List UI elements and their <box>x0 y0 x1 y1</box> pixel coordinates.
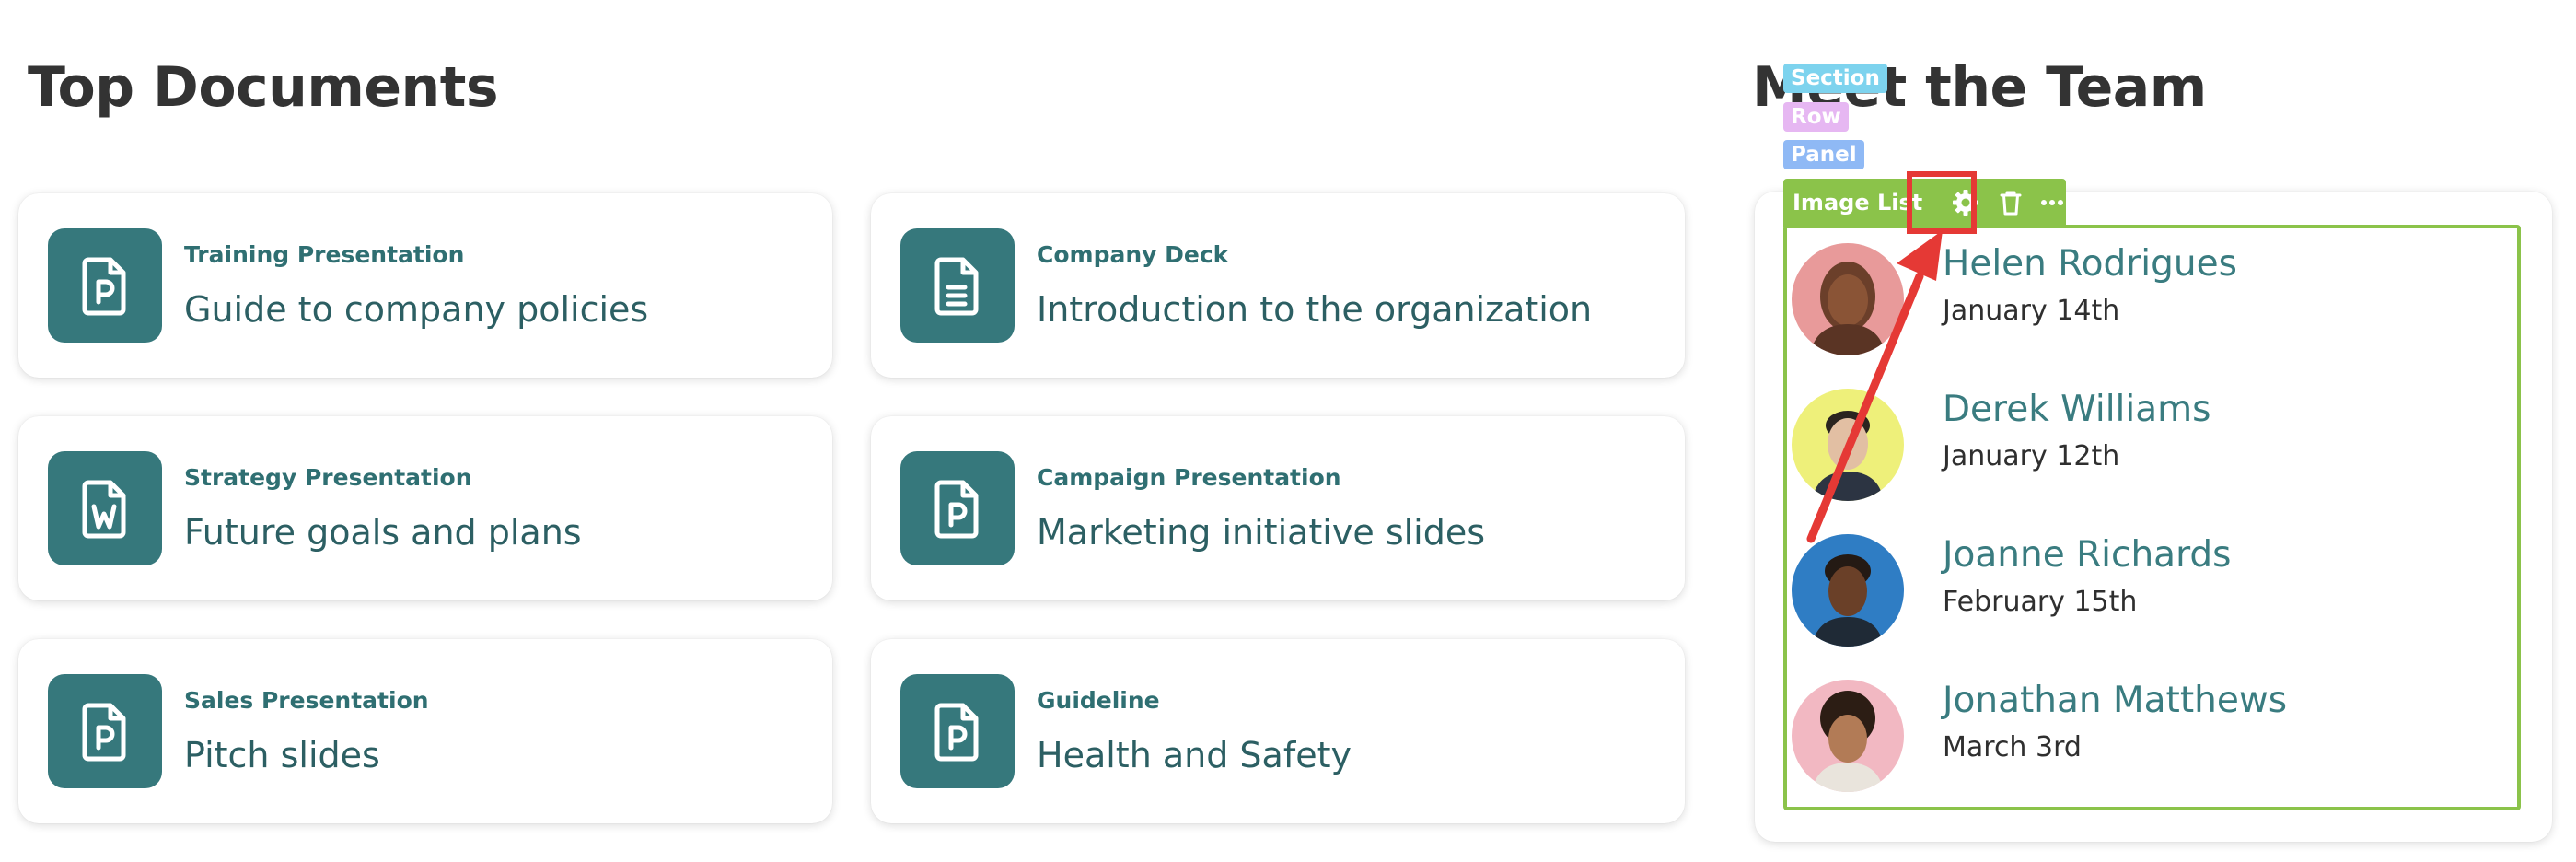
member-name[interactable]: Helen Rodrigues <box>1943 243 2237 285</box>
member-name[interactable]: Jonathan Matthews <box>1943 680 2287 721</box>
document-title[interactable]: Future goals and plans <box>184 512 582 553</box>
team-member[interactable]: Derek Williams January 12th <box>1792 383 2510 501</box>
highlight-box <box>1907 171 1977 234</box>
team-member[interactable]: Helen Rodrigues January 14th <box>1792 238 2510 355</box>
member-date: January 12th <box>1943 440 2120 472</box>
text-document-icon <box>900 228 1015 343</box>
document-title[interactable]: Marketing initiative slides <box>1037 512 1485 553</box>
document-card-training[interactable]: Training Presentation Guide to company p… <box>18 193 832 378</box>
avatar <box>1792 534 1904 646</box>
presentation-file-icon <box>900 451 1015 565</box>
document-card-campaign[interactable]: Campaign Presentation Marketing initiati… <box>871 416 1685 600</box>
presentation-file-icon <box>48 228 162 343</box>
document-category: Campaign Presentation <box>1037 464 1341 491</box>
section-tag[interactable]: Section <box>1783 64 1887 93</box>
document-card-company-deck[interactable]: Company Deck Introduction to the organiz… <box>871 193 1685 378</box>
document-title[interactable]: Guide to company policies <box>184 289 648 330</box>
avatar <box>1792 243 1904 355</box>
document-category: Training Presentation <box>184 241 465 268</box>
document-title[interactable]: Pitch slides <box>184 735 380 775</box>
team-member[interactable]: Joanne Richards February 15th <box>1792 529 2510 646</box>
toolbar-label[interactable]: Image List <box>1793 190 1922 216</box>
avatar <box>1792 680 1904 792</box>
document-title[interactable]: Health and Safety <box>1037 735 1352 775</box>
member-date: March 3rd <box>1943 731 2082 763</box>
member-name[interactable]: Derek Williams <box>1943 389 2210 430</box>
document-category: Guideline <box>1037 687 1160 714</box>
document-card-sales[interactable]: Sales Presentation Pitch slides <box>18 639 832 823</box>
presentation-file-icon <box>48 674 162 788</box>
trash-icon[interactable] <box>1988 179 2034 227</box>
row-tag[interactable]: Row <box>1783 102 1849 132</box>
document-category: Company Deck <box>1037 241 1229 268</box>
word-file-icon <box>48 451 162 565</box>
presentation-file-icon <box>900 674 1015 788</box>
member-name[interactable]: Joanne Richards <box>1943 534 2232 576</box>
avatar <box>1792 389 1904 501</box>
member-date: February 15th <box>1943 586 2138 618</box>
team-member[interactable]: Jonathan Matthews March 3rd <box>1792 674 2510 792</box>
member-date: January 14th <box>1943 295 2120 327</box>
panel-tag[interactable]: Panel <box>1783 140 1864 169</box>
document-title[interactable]: Introduction to the organization <box>1037 289 1592 330</box>
document-card-strategy[interactable]: Strategy Presentation Future goals and p… <box>18 416 832 600</box>
more-horizontal-icon[interactable] <box>2029 179 2075 227</box>
document-card-guideline[interactable]: Guideline Health and Safety <box>871 639 1685 823</box>
top-documents-heading: Top Documents <box>28 55 499 120</box>
document-category: Strategy Presentation <box>184 464 472 491</box>
document-category: Sales Presentation <box>184 687 429 714</box>
